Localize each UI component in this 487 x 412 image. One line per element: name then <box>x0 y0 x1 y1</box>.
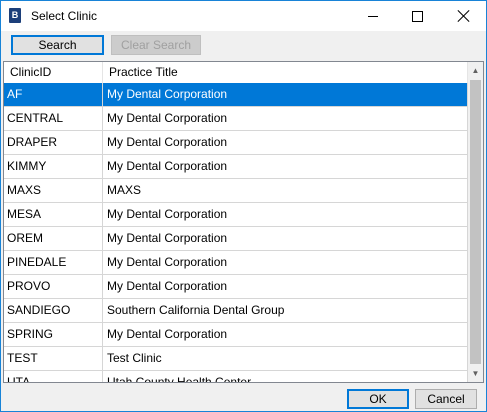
practice-title-cell[interactable]: My Dental Corporation <box>103 227 468 250</box>
clinic-id-cell[interactable]: AF <box>4 83 103 106</box>
clinic-id-cell[interactable]: TEST <box>4 347 103 370</box>
scroll-down-icon[interactable]: ▼ <box>468 365 483 382</box>
app-icon: B <box>9 8 21 23</box>
practice-title-cell[interactable]: Utah County Health Center <box>103 371 468 382</box>
clear-search-button-label: Clear Search <box>120 38 192 52</box>
practice-title-cell[interactable]: My Dental Corporation <box>103 275 468 298</box>
cancel-button[interactable]: Cancel <box>415 389 477 409</box>
table-row[interactable]: MESA My Dental Corporation <box>4 203 468 227</box>
ok-button[interactable]: OK <box>347 389 409 409</box>
clinic-id-cell[interactable]: MESA <box>4 203 103 226</box>
search-button-label: Search <box>38 38 77 52</box>
practice-title-cell[interactable]: My Dental Corporation <box>103 155 468 178</box>
practice-title-cell[interactable]: My Dental Corporation <box>103 323 468 346</box>
practice-title-cell[interactable]: Test Clinic <box>103 347 468 370</box>
ok-button-label: OK <box>369 392 387 406</box>
table-row[interactable]: OREM My Dental Corporation <box>4 227 468 251</box>
table-row[interactable]: CENTRAL My Dental Corporation <box>4 107 468 131</box>
clear-search-button: Clear Search <box>111 35 201 55</box>
table-row[interactable]: SANDIEGO Southern California Dental Group <box>4 299 468 323</box>
clinic-id-cell[interactable]: PINEDALE <box>4 251 103 274</box>
search-button[interactable]: Search <box>11 35 104 55</box>
scroll-up-icon[interactable]: ▲ <box>468 62 483 79</box>
clinic-id-cell[interactable]: PROVO <box>4 275 103 298</box>
close-icon <box>458 10 470 22</box>
grid-rows: AF My Dental Corporation CENTRAL My Dental … <box>4 83 468 382</box>
clinic-grid: ClinicID Practice Title AF My Dental Corp… <box>3 61 484 383</box>
minimize-button[interactable] <box>350 1 395 31</box>
column-header-clinicid[interactable]: ClinicID <box>4 62 103 83</box>
practice-title-cell[interactable]: MAXS <box>103 179 468 202</box>
table-row[interactable]: TEST Test Clinic <box>4 347 468 371</box>
table-row[interactable]: MAXS MAXS <box>4 179 468 203</box>
table-row[interactable]: KIMMY My Dental Corporation <box>4 155 468 179</box>
clinic-id-cell[interactable]: SPRING <box>4 323 103 346</box>
clinic-id-cell[interactable]: SANDIEGO <box>4 299 103 322</box>
clinic-id-cell[interactable]: KIMMY <box>4 155 103 178</box>
select-clinic-dialog: B Select Clinic Search Clear Search Clin… <box>0 0 487 412</box>
cancel-button-label: Cancel <box>427 392 465 406</box>
table-row[interactable]: DRAPER My Dental Corporation <box>4 131 468 155</box>
table-row[interactable]: UTA Utah County Health Center <box>4 371 468 382</box>
clinic-id-cell[interactable]: OREM <box>4 227 103 250</box>
close-button[interactable] <box>441 1 486 31</box>
clinic-id-cell[interactable]: DRAPER <box>4 131 103 154</box>
title-bar[interactable]: B Select Clinic <box>1 1 486 31</box>
grid-header: ClinicID Practice Title <box>4 62 468 84</box>
practice-title-cell[interactable]: My Dental Corporation <box>103 131 468 154</box>
column-header-practice-title[interactable]: Practice Title <box>103 62 468 83</box>
clinic-id-cell[interactable]: UTA <box>4 371 103 382</box>
practice-title-cell[interactable]: My Dental Corporation <box>103 107 468 130</box>
scrollbar-thumb[interactable] <box>470 80 481 364</box>
maximize-button[interactable] <box>395 1 440 31</box>
practice-title-cell[interactable]: My Dental Corporation <box>103 251 468 274</box>
table-row[interactable]: AF My Dental Corporation <box>4 83 468 107</box>
practice-title-cell[interactable]: My Dental Corporation <box>103 83 468 106</box>
table-row[interactable]: PROVO My Dental Corporation <box>4 275 468 299</box>
minimize-icon <box>367 15 378 17</box>
maximize-icon <box>412 10 423 22</box>
table-row[interactable]: PINEDALE My Dental Corporation <box>4 251 468 275</box>
clinic-id-cell[interactable]: MAXS <box>4 179 103 202</box>
window-title: Select Clinic <box>31 9 98 23</box>
table-row[interactable]: SPRING My Dental Corporation <box>4 323 468 347</box>
practice-title-cell[interactable]: My Dental Corporation <box>103 203 468 226</box>
vertical-scrollbar[interactable]: ▲ ▼ <box>468 62 483 382</box>
practice-title-cell[interactable]: Southern California Dental Group <box>103 299 468 322</box>
clinic-id-cell[interactable]: CENTRAL <box>4 107 103 130</box>
